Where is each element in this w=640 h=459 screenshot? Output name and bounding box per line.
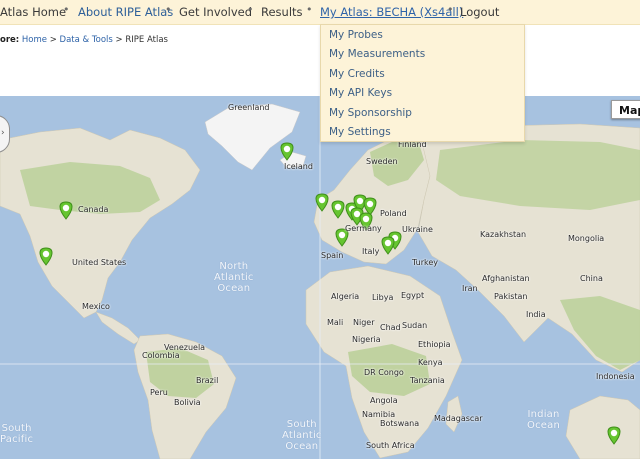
- country-label-sweden: Sweden: [366, 157, 398, 166]
- country-label-ethiopia: Ethiopia: [418, 340, 451, 349]
- nav-link-about[interactable]: About RIPE Atlas: [78, 5, 173, 19]
- menu-item-my-sponsorship[interactable]: My Sponsorship: [329, 107, 412, 119]
- country-label-mali: Mali: [327, 318, 344, 327]
- menu-item-my-settings[interactable]: My Settings: [329, 126, 391, 138]
- country-label-colombia: Colombia: [142, 351, 180, 360]
- nav-link-logout[interactable]: Logout: [460, 5, 499, 19]
- country-label-mexico: Mexico: [82, 302, 110, 311]
- nav-separator: •: [306, 3, 313, 16]
- country-label-egypt: Egypt: [401, 291, 425, 300]
- menu-item-my-credits[interactable]: My Credits: [329, 68, 385, 80]
- breadcrumb-link-home[interactable]: Home: [22, 35, 47, 45]
- country-label-madagascar: Madagascar: [434, 414, 483, 423]
- nav-link-results[interactable]: Results: [261, 5, 303, 19]
- ocean-label-north-atlantic: North Atlantic Ocean: [214, 261, 254, 294]
- country-label-namibia: Namibia: [362, 410, 396, 419]
- country-label-india: India: [526, 310, 546, 319]
- ocean-label-south-atlantic: South Atlantic Ocean: [282, 419, 322, 452]
- country-label-poland: Poland: [380, 209, 407, 218]
- country-label-greenland: Greenland: [228, 103, 270, 112]
- country-label-sudan: Sudan: [402, 321, 428, 330]
- map-canvas: [0, 96, 640, 459]
- nav-link-my-atlas[interactable]: My Atlas: BECHA (Xs4all): [320, 5, 463, 19]
- menu-item-my-probes[interactable]: My Probes: [329, 29, 383, 41]
- country-label-algeria: Algeria: [331, 292, 360, 301]
- nav-separator: •: [447, 3, 454, 16]
- nav-separator: •: [63, 3, 70, 16]
- country-label-pakistan: Pakistan: [494, 292, 528, 301]
- country-label-china: China: [580, 274, 603, 283]
- breadcrumb-separator: >: [115, 35, 123, 45]
- nav-link-atlas-home[interactable]: Atlas Home: [0, 5, 66, 19]
- country-label-libya: Libya: [372, 293, 394, 302]
- country-label-turkey: Turkey: [412, 258, 439, 267]
- land-central-america: [95, 311, 141, 345]
- menu-item-my-api-keys[interactable]: My API Keys: [329, 87, 392, 99]
- map-type-button[interactable]: Map: [611, 100, 640, 119]
- country-label-ukraine: Ukraine: [402, 225, 433, 234]
- breadcrumb: ore: Home > Data & Tools > RIPE Atlas: [0, 35, 168, 45]
- nav-separator: •: [247, 3, 254, 16]
- country-label-dr-congo: DR Congo: [364, 368, 404, 377]
- land-australia: [565, 395, 640, 459]
- country-label-botswana: Botswana: [380, 419, 420, 428]
- country-label-niger: Niger: [353, 318, 375, 327]
- country-label-afghanistan: Afghanistan: [482, 274, 530, 283]
- country-label-iceland: Iceland: [284, 162, 313, 171]
- nav-link-get-involved[interactable]: Get Involved: [179, 5, 252, 19]
- ocean-label-indian: Indian Ocean: [527, 409, 560, 431]
- country-label-italy: Italy: [362, 247, 380, 256]
- country-label-bolivia: Bolivia: [174, 398, 201, 407]
- country-label-spain: Spain: [321, 251, 344, 260]
- world-map[interactable]: Greenland Iceland Sweden Finland Canada …: [0, 96, 640, 459]
- country-label-kazakhstan: Kazakhstan: [480, 230, 527, 239]
- breadcrumb-separator: >: [49, 35, 57, 45]
- pan-arrow-icon[interactable]: ›: [1, 128, 5, 138]
- my-atlas-dropdown-menu: My Probes My Measurements My Credits My …: [320, 24, 525, 142]
- country-label-kenya: Kenya: [418, 358, 443, 367]
- menu-item-my-measurements[interactable]: My Measurements: [329, 48, 425, 60]
- country-label-angola: Angola: [370, 396, 398, 405]
- country-label-nigeria: Nigeria: [352, 335, 381, 344]
- breadcrumb-prefix: ore:: [0, 35, 20, 45]
- top-navigation-bar: Atlas Home • About RIPE Atlas • Get Invo…: [0, 0, 640, 25]
- country-label-germany: Germany: [345, 224, 382, 233]
- country-label-tanzania: Tanzania: [410, 376, 445, 385]
- country-label-canada: Canada: [78, 205, 109, 214]
- breadcrumb-link-data-tools[interactable]: Data & Tools: [60, 35, 113, 45]
- country-label-united-states: United States: [72, 258, 127, 267]
- land-north-america: [0, 127, 201, 319]
- breadcrumb-current: RIPE Atlas: [125, 35, 168, 45]
- country-label-brazil: Brazil: [196, 376, 219, 385]
- country-label-indonesia: Indonesia: [596, 372, 635, 381]
- ocean-label-south-pacific: South Pacific: [0, 423, 34, 445]
- nav-separator: •: [165, 3, 172, 16]
- country-label-mongolia: Mongolia: [568, 234, 605, 243]
- country-label-iran: Iran: [462, 284, 478, 293]
- country-label-peru: Peru: [150, 388, 168, 397]
- country-label-chad: Chad: [380, 323, 401, 332]
- country-label-south-africa: South Africa: [366, 441, 415, 450]
